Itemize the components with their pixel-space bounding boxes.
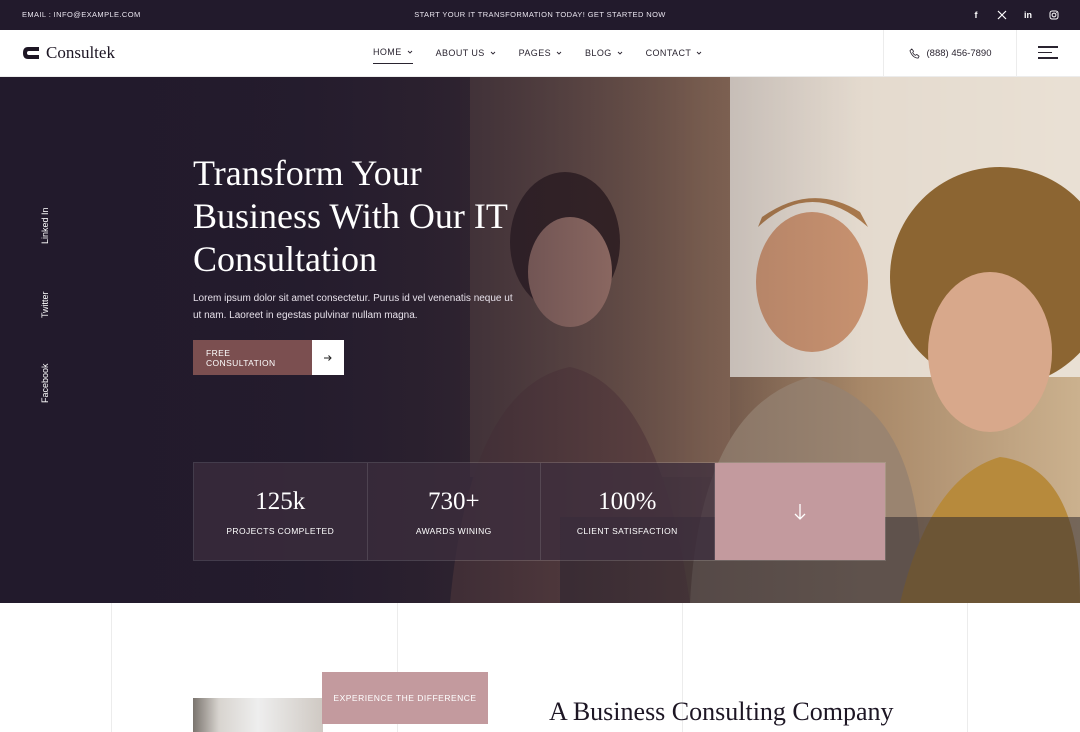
stat-value: 125k [255,488,306,515]
about-section: EXPERIENCE THE DIFFERENCE A Business Con… [0,603,1080,732]
instagram-icon[interactable] [1048,8,1060,22]
nav-about-label: ABOUT US [435,47,485,58]
arrow-down-icon [794,503,806,520]
scroll-down-button[interactable] [714,463,885,560]
nav-pages[interactable]: PAGES [519,47,562,64]
cta-label: FREE CONSULTATION [193,340,312,375]
chevron-down-icon [696,51,702,55]
arrow-right-icon [312,340,344,375]
promo-banner: START YOUR IT TRANSFORMATION TODAY! GET … [0,10,1080,19]
chevron-down-icon [617,51,622,55]
facebook-icon[interactable]: f [970,8,982,22]
hero-description: Lorem ipsum dolor sit amet consectetur. … [193,293,513,321]
section-heading: A Business Consulting Company [549,697,894,726]
main-header: Consultek HOME ABOUT US PAGES BLOG CONTA… [0,30,1080,77]
stat-value: 730+ [427,488,480,515]
nav-pages-label: PAGES [518,47,552,58]
promo-text: START YOUR IT TRANSFORMATION TODAY! [414,10,586,19]
nav-contact-label: CONTACT [645,47,692,58]
phone-number: (888) 456-7890 [926,48,992,59]
nav-home-label: HOME [373,47,402,57]
side-link-twitter[interactable]: Twitter [40,291,50,318]
nav-home[interactable]: HOME [373,47,413,64]
stat-value: 100% [598,488,657,515]
nav-about[interactable]: ABOUT US [436,47,496,64]
stat-label: PROJECTS COMPLETED [226,526,335,536]
logo-mark-icon [23,47,39,59]
stat-satisfaction: 100% CLIENT SATISFACTION [541,463,715,560]
brand-name: Consultek [46,43,115,62]
chevron-down-icon [407,50,412,54]
hamburger-menu-icon[interactable] [1038,46,1058,60]
hero-section: Linked In Twitter Facebook Transform You… [0,77,1080,603]
nav-blog[interactable]: BLOG [585,47,623,64]
top-bar: EMAIL : INFO@EXAMPLE.COM START YOUR IT T… [0,0,1080,30]
logo[interactable]: Consultek [22,43,115,63]
stat-label: CLIENT SATISFACTION [576,526,678,536]
stat-awards: 730+ AWARDS WINING [367,463,541,560]
phone-icon [909,48,920,59]
free-consultation-button[interactable]: FREE CONSULTATION [193,340,344,375]
top-social-links: f in [970,8,1060,22]
nav-blog-label: BLOG [585,47,612,58]
get-started-link[interactable]: GET STARTED NOW [588,10,666,19]
experience-tag: EXPERIENCE THE DIFFERENCE [322,672,488,724]
phone-contact[interactable]: (888) 456-7890 [883,30,1017,77]
stat-projects: 125k PROJECTS COMPLETED [194,463,368,560]
nav-contact[interactable]: CONTACT [646,47,703,64]
hero-title: Transform Your Business With Our IT Cons… [193,153,508,279]
stat-label: AWARDS WINING [415,526,492,536]
main-nav: HOME ABOUT US PAGES BLOG CONTACT [373,47,702,64]
grid-divider [111,603,112,732]
x-icon[interactable] [996,8,1008,22]
stats-panel: 125k PROJECTS COMPLETED 730+ AWARDS WINI… [193,462,886,561]
side-link-facebook[interactable]: Facebook [40,363,50,403]
linkedin-icon[interactable]: in [1022,8,1034,22]
side-link-linkedin[interactable]: Linked In [40,207,50,244]
chevron-down-icon [490,51,495,55]
about-image [193,698,323,732]
chevron-down-icon [556,51,562,55]
grid-divider [967,603,968,732]
